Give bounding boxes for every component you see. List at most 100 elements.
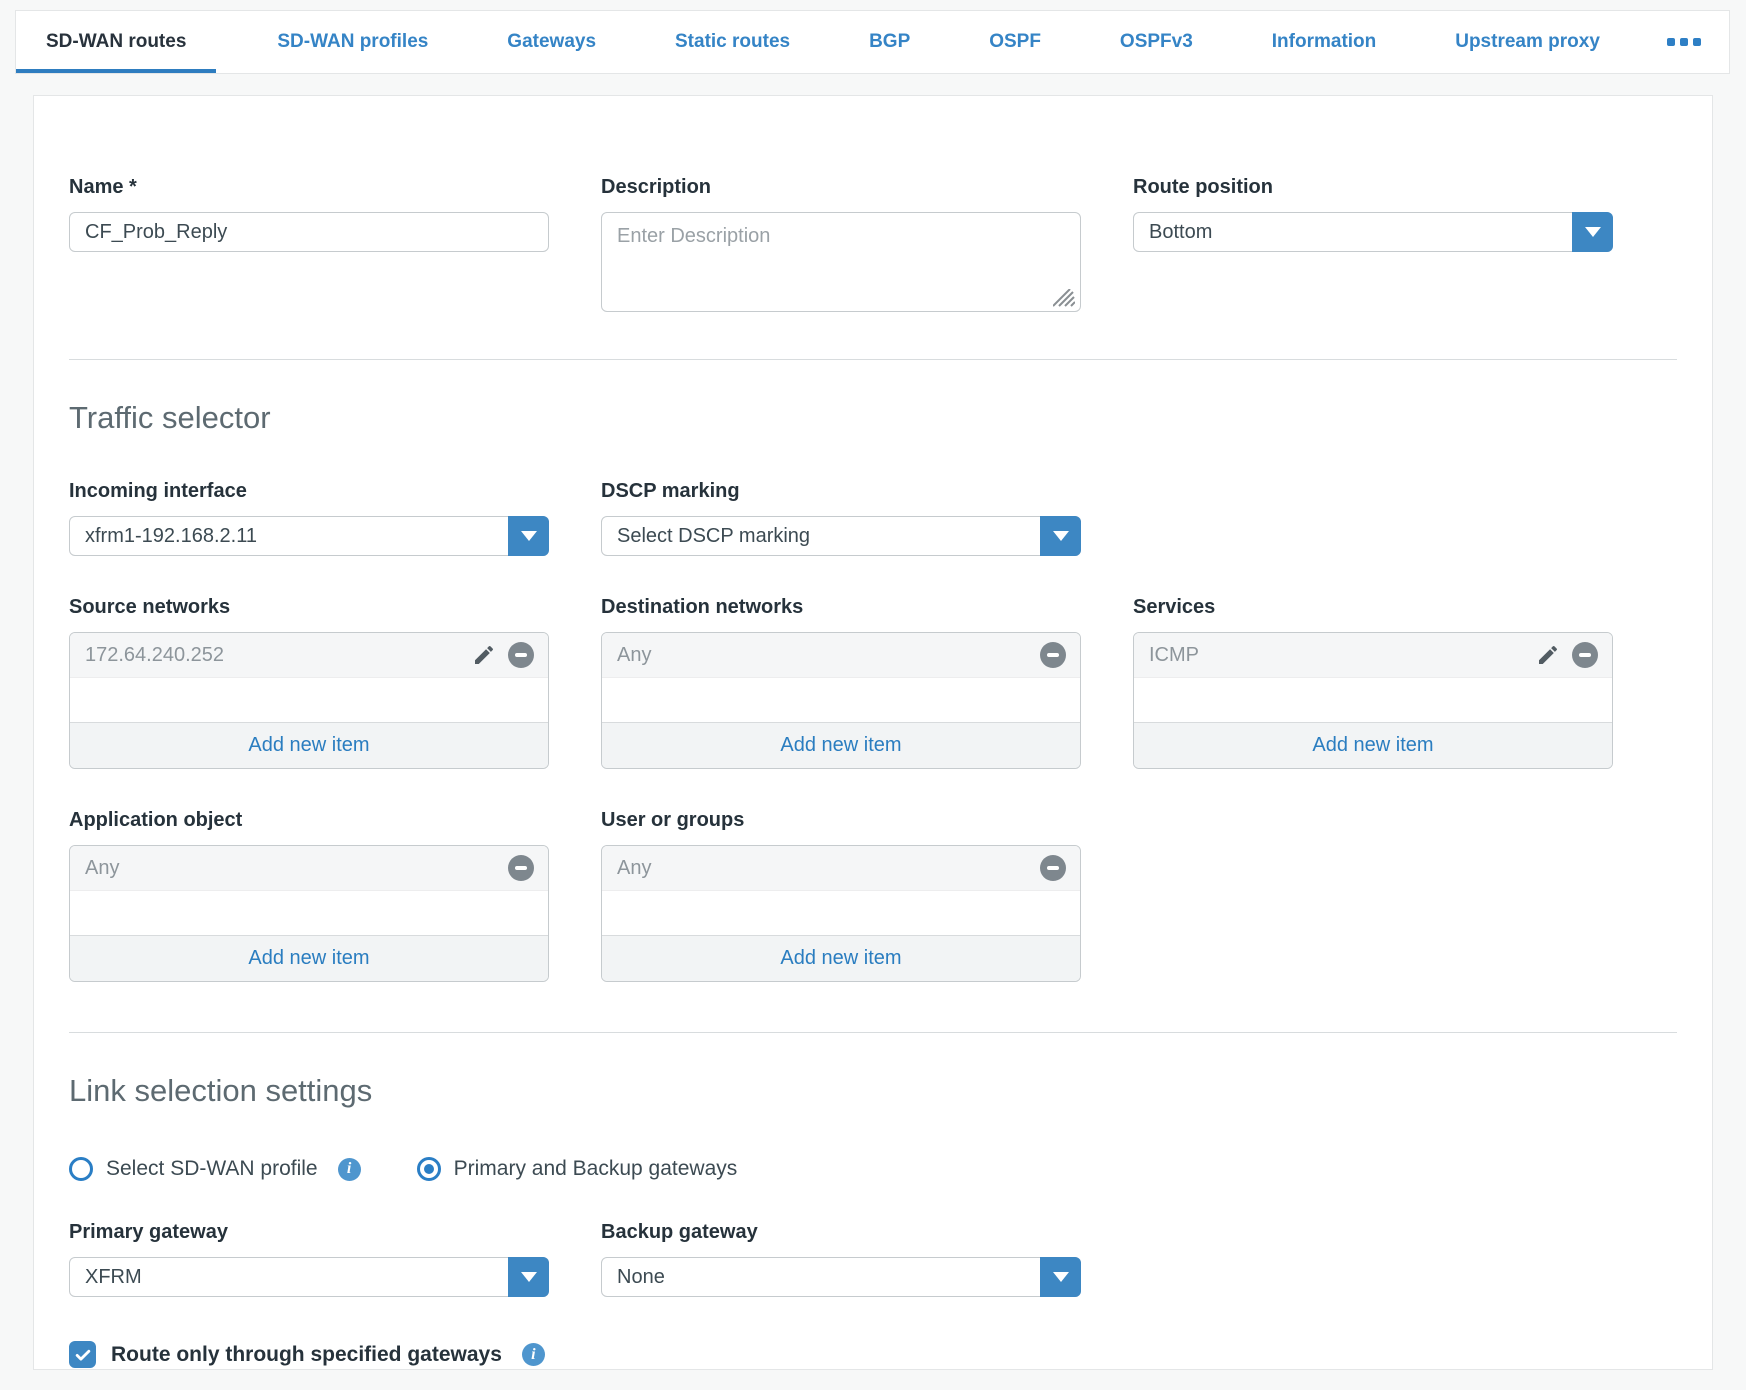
add-new-item-button[interactable]: Add new item: [602, 722, 1080, 768]
radio-label-sdwan-profile: Select SD-WAN profile: [106, 1157, 318, 1181]
tab-sdwan-profiles[interactable]: SD-WAN profiles: [259, 11, 446, 73]
chevron-down-icon[interactable]: [508, 516, 549, 556]
user-or-groups-label: User or groups: [601, 809, 1081, 832]
list-spacer: [70, 678, 548, 722]
chevron-down-icon[interactable]: [1040, 1257, 1081, 1297]
primary-gateway-select[interactable]: XFRM: [69, 1257, 549, 1297]
tab-static-routes[interactable]: Static routes: [657, 11, 808, 73]
tab-label: Upstream proxy: [1455, 31, 1600, 53]
services-listbox: ICMP Add new item: [1133, 632, 1613, 769]
list-item-value: 172.64.240.252: [85, 644, 472, 667]
source-networks-field-group: Source networks 172.64.240.252 Add new i…: [69, 596, 549, 769]
divider: [69, 359, 1677, 360]
add-new-item-button[interactable]: Add new item: [70, 722, 548, 768]
list-item-value: Any: [85, 857, 508, 880]
tab-upstream-proxy[interactable]: Upstream proxy: [1437, 11, 1618, 73]
remove-icon[interactable]: [1040, 642, 1066, 668]
more-tabs-icon[interactable]: [1661, 11, 1707, 73]
radio-primary-backup-gateways[interactable]: [417, 1157, 441, 1181]
add-new-item-button[interactable]: Add new item: [70, 935, 548, 981]
add-new-item-button[interactable]: Add new item: [1134, 722, 1612, 768]
tab-label: OSPFv3: [1120, 31, 1193, 53]
tab-label: SD-WAN profiles: [277, 31, 428, 53]
info-icon[interactable]: i: [522, 1343, 545, 1366]
link-selection-heading: Link selection settings: [69, 1073, 1677, 1109]
primary-gateway-field-group: Primary gateway XFRM: [69, 1221, 549, 1297]
info-icon[interactable]: i: [338, 1158, 361, 1181]
dscp-marking-value: Select DSCP marking: [617, 525, 810, 548]
edit-icon[interactable]: [472, 643, 496, 667]
incoming-interface-field-group: Incoming interface xfrm1-192.168.2.11: [69, 480, 549, 556]
tab-ospf[interactable]: OSPF: [971, 11, 1059, 73]
remove-icon[interactable]: [1040, 855, 1066, 881]
tab-label: Gateways: [507, 31, 596, 53]
incoming-interface-value: xfrm1-192.168.2.11: [85, 525, 257, 548]
radio-label-primary-backup-gateways: Primary and Backup gateways: [454, 1157, 738, 1181]
tab-label: Static routes: [675, 31, 790, 53]
route-position-label: Route position: [1133, 176, 1613, 199]
remove-icon[interactable]: [508, 855, 534, 881]
dscp-marking-field-group: DSCP marking Select DSCP marking: [601, 480, 1081, 556]
remove-icon[interactable]: [1572, 642, 1598, 668]
list-item: Any: [70, 846, 548, 891]
services-field-group: Services ICMP Add new item: [1133, 596, 1613, 769]
user-or-groups-listbox: Any Add new item: [601, 845, 1081, 982]
name-field-group: Name *: [69, 176, 549, 252]
gateways-row: Primary gateway XFRM Backup gateway None: [69, 1221, 1677, 1297]
list-spacer: [602, 891, 1080, 935]
general-settings-row: Name * Description Route position: [69, 176, 1677, 317]
list-item-value: ICMP: [1149, 644, 1536, 667]
link-selection-radio-group: Select SD-WAN profile i Primary and Back…: [69, 1157, 1677, 1181]
services-label: Services: [1133, 596, 1613, 619]
primary-gateway-label: Primary gateway: [69, 1221, 549, 1244]
destination-networks-field-group: Destination networks Any Add new item: [601, 596, 1081, 769]
checkmark-icon: [73, 1345, 93, 1365]
description-field-group: Description: [601, 176, 1081, 317]
description-label: Description: [601, 176, 1081, 199]
sdwan-route-form-card: Name * Description Route position: [33, 95, 1713, 1370]
tab-label: OSPF: [989, 31, 1041, 53]
chevron-down-icon[interactable]: [1572, 212, 1613, 252]
add-new-item-button[interactable]: Add new item: [602, 935, 1080, 981]
backup-gateway-select[interactable]: None: [601, 1257, 1081, 1297]
incoming-interface-select[interactable]: xfrm1-192.168.2.11: [69, 516, 549, 556]
route-position-value: Bottom: [1149, 221, 1212, 244]
list-item: Any: [602, 846, 1080, 891]
tab-sdwan-routes[interactable]: SD-WAN routes: [16, 11, 216, 73]
traffic-selector-selects-row: Incoming interface xfrm1-192.168.2.11 DS…: [69, 480, 1677, 556]
dscp-marking-label: DSCP marking: [601, 480, 1081, 503]
destination-networks-listbox: Any Add new item: [601, 632, 1081, 769]
edit-icon[interactable]: [1536, 643, 1560, 667]
tab-gateways[interactable]: Gateways: [489, 11, 614, 73]
tab-label: BGP: [869, 31, 910, 53]
description-textarea[interactable]: [601, 212, 1081, 312]
radio-select-sdwan-profile[interactable]: [69, 1157, 93, 1181]
chevron-down-icon[interactable]: [508, 1257, 549, 1297]
list-spacer: [70, 891, 548, 935]
tab-information[interactable]: Information: [1254, 11, 1395, 73]
route-only-checkbox[interactable]: [69, 1341, 96, 1368]
remove-icon[interactable]: [508, 642, 534, 668]
incoming-interface-label: Incoming interface: [69, 480, 549, 503]
networks-services-row: Source networks 172.64.240.252 Add new i…: [69, 596, 1677, 769]
list-item-value: Any: [617, 644, 1040, 667]
user-or-groups-field-group: User or groups Any Add new item: [601, 809, 1081, 982]
list-spacer: [1134, 678, 1612, 722]
route-position-select[interactable]: Bottom: [1133, 212, 1613, 252]
backup-gateway-label: Backup gateway: [601, 1221, 1081, 1244]
application-object-listbox: Any Add new item: [69, 845, 549, 982]
tab-bgp[interactable]: BGP: [851, 11, 928, 73]
list-spacer: [602, 678, 1080, 722]
tab-bar: SD-WAN routes SD-WAN profiles Gateways S…: [15, 10, 1730, 74]
backup-gateway-field-group: Backup gateway None: [601, 1221, 1081, 1297]
tab-label: SD-WAN routes: [46, 31, 186, 53]
tab-ospfv3[interactable]: OSPFv3: [1102, 11, 1211, 73]
list-item: Any: [602, 633, 1080, 678]
chevron-down-icon[interactable]: [1040, 516, 1081, 556]
list-item: 172.64.240.252: [70, 633, 548, 678]
name-input[interactable]: [69, 212, 549, 252]
list-item-value: Any: [617, 857, 1040, 880]
dscp-marking-select[interactable]: Select DSCP marking: [601, 516, 1081, 556]
traffic-selector-heading: Traffic selector: [69, 400, 1677, 436]
route-position-field-group: Route position Bottom: [1133, 176, 1613, 252]
